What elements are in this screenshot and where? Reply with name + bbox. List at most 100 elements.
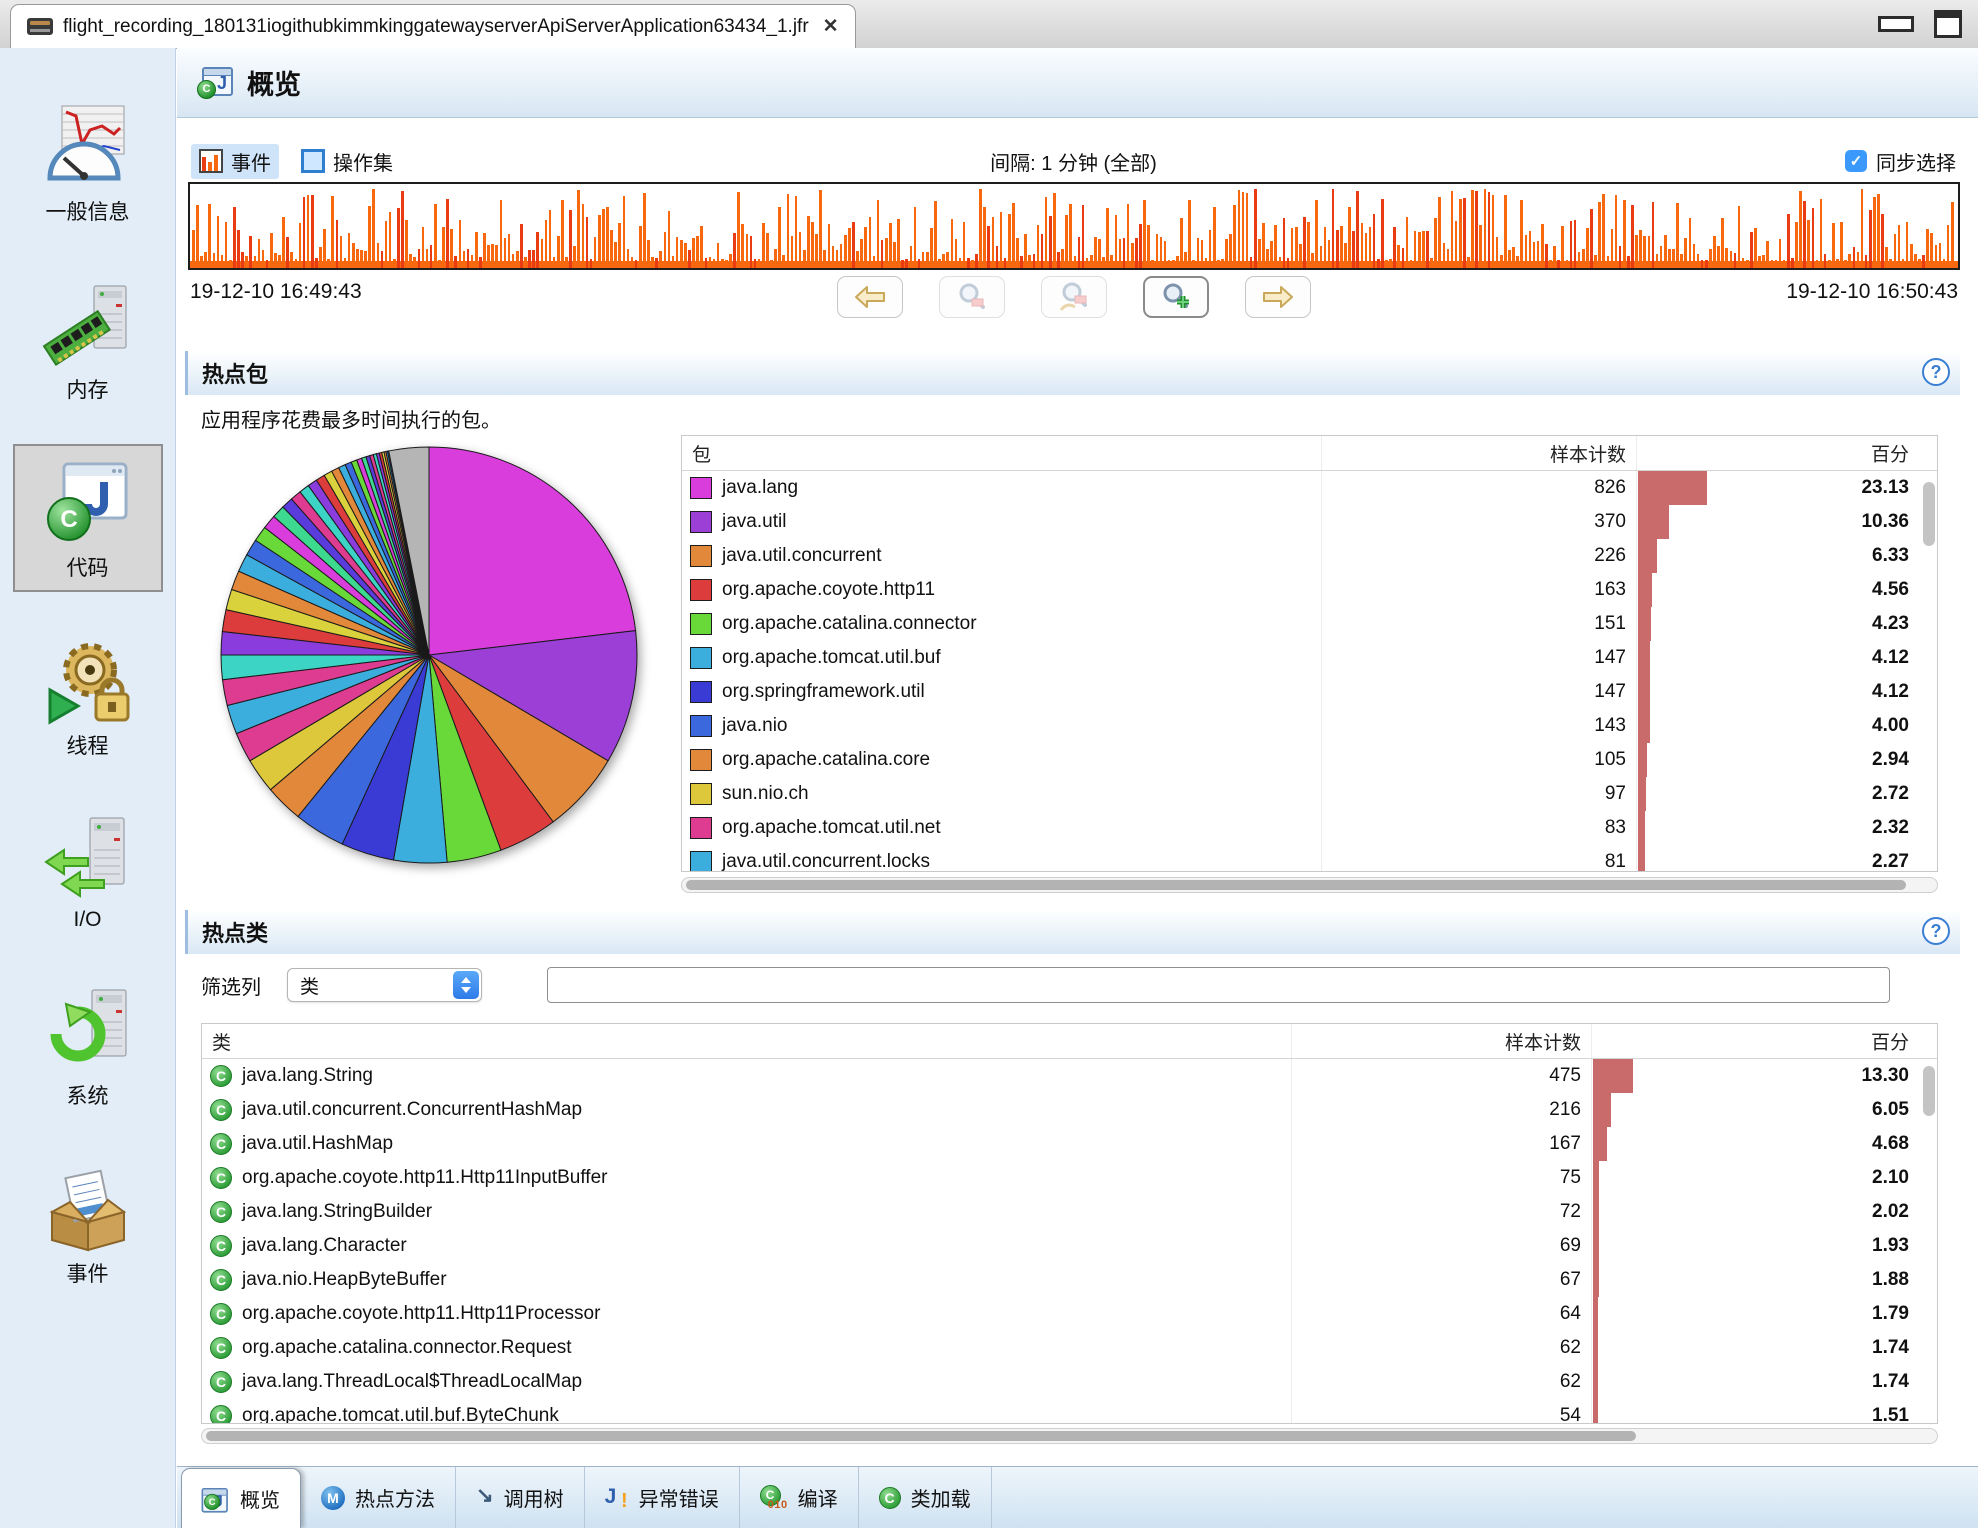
tab-call-tree[interactable]: ↘ 调用树 [456,1467,585,1528]
zoom-out-button[interactable] [939,276,1005,318]
title-bar: flight_recording_180131iogithubkimmkingg… [0,0,1978,49]
column-header-sample-count[interactable]: 样本计数 [1292,1024,1592,1058]
sidebar-item-general-info[interactable]: 一般信息 [13,88,163,236]
pan-left-button[interactable] [837,276,903,318]
hot-classes-hscrollbar[interactable] [201,1428,1938,1444]
histogram-bar [1638,607,1651,641]
sidebar-item-system[interactable]: 系统 [13,972,163,1120]
event-timeline-chart[interactable] [188,182,1960,270]
minimize-button[interactable] [1878,16,1914,32]
sidebar-item-code[interactable]: C 代码 [13,444,163,592]
column-header-class[interactable]: 类 [202,1024,1292,1058]
class-icon [210,1337,232,1359]
class-name: org.apache.coyote.http11.Http11Processor [242,1303,600,1325]
legend-operative-set-toggle[interactable]: 操作集 [293,144,401,179]
timeline-event-bar [1381,199,1384,268]
table-row[interactable]: java.lang.String 475 13.30 [202,1059,1937,1093]
table-row[interactable]: sun.nio.ch 97 2.72 [682,777,1937,811]
legend-events-toggle[interactable]: 事件 [191,144,279,179]
timeline-event-bar [795,196,798,268]
checkbox-checked-icon[interactable]: ✓ [1845,150,1867,172]
tab-exceptions[interactable]: J! 异常错误 [585,1467,740,1528]
table-row[interactable]: java.lang.ThreadLocal$ThreadLocalMap 62 … [202,1365,1937,1399]
table-row[interactable]: java.lang.StringBuilder 72 2.02 [202,1195,1937,1229]
timeline-event-bar [1492,195,1495,269]
table-row[interactable]: org.apache.catalina.connector.Request 62… [202,1331,1937,1365]
table-row[interactable]: java.util.concurrent.locks 81 2.27 [682,845,1937,872]
table-row[interactable]: org.apache.tomcat.util.buf.ByteChunk 54 … [202,1399,1937,1424]
table-row[interactable]: org.apache.catalina.connector 151 4.23 [682,607,1937,641]
maximize-button[interactable] [1934,10,1962,38]
sidebar-item-events[interactable]: 事件 [13,1150,163,1298]
timeline-event-bar [1734,253,1737,269]
timeline-event-bar [1471,190,1474,268]
events-icon [42,1162,134,1254]
table-row[interactable]: org.apache.coyote.http11.Http11InputBuff… [202,1161,1937,1195]
vertical-scrollbar-thumb[interactable] [1923,1066,1935,1116]
filter-column-select[interactable]: 类 [287,968,482,1002]
timeline-event-bar [208,204,211,268]
sample-count: 147 [1322,675,1637,709]
table-row[interactable]: java.lang.Character 69 1.93 [202,1229,1937,1263]
timeline-event-bar [1373,214,1376,268]
table-row[interactable]: org.apache.coyote.http11.Http11Processor… [202,1297,1937,1331]
tab-hot-methods[interactable]: M 热点方法 [301,1467,456,1528]
timeline-event-bar [1082,205,1085,268]
timeline-event-bar [836,250,839,268]
histogram-bar [1638,811,1645,845]
hscrollbar-thumb[interactable] [686,880,1906,890]
table-row[interactable]: java.lang 826 23.13 [682,471,1937,505]
table-row[interactable]: java.util 370 10.36 [682,505,1937,539]
hot-packages-hscrollbar[interactable] [681,877,1938,893]
histogram-bar [1638,709,1650,743]
hscrollbar-thumb[interactable] [206,1431,1636,1441]
hot-packages-help-icon[interactable]: ? [1922,358,1950,386]
sample-count: 83 [1322,811,1637,845]
table-row[interactable]: org.springframework.util 147 4.12 [682,675,1937,709]
timeline-event-bar [553,257,556,268]
hot-classes-title: 热点类 [202,916,268,948]
sample-count: 216 [1292,1093,1592,1127]
column-header-percent[interactable]: 百分 [1637,436,1937,470]
timeline-controls-row: 19-12-10 16:49:43 19-12-10 16:50:43 [188,276,1960,324]
tab-overview[interactable]: JC 概览 [181,1468,301,1528]
tab-class-load[interactable]: 类加载 [859,1467,992,1528]
sync-selection-checkbox[interactable]: ✓ 同步选择 [1845,147,1956,176]
percent-value: 1.79 [1872,1303,1909,1325]
timeline-event-bar [1676,203,1679,268]
zoom-in-button[interactable] [1143,276,1209,318]
table-row[interactable]: java.nio.HeapByteBuffer 67 1.88 [202,1263,1937,1297]
table-row[interactable]: org.apache.coyote.http11 163 4.56 [682,573,1937,607]
zoom-out-range-button[interactable] [1041,276,1107,318]
sidebar-item-io[interactable]: I/O [13,800,163,942]
timeline-event-bar [1598,202,1601,269]
tab-close-icon[interactable]: ✕ [823,15,839,38]
recording-file-tab[interactable]: flight_recording_180131iogithubkimmkingg… [10,4,856,48]
table-row[interactable]: java.nio 143 4.00 [682,709,1937,743]
hot-packages-table-header[interactable]: 包 样本计数 百分 [682,436,1937,471]
hot-classes-help-icon[interactable]: ? [1922,917,1950,945]
column-header-sample-count[interactable]: 样本计数 [1322,436,1637,470]
timeline-event-bar [713,259,716,268]
table-row[interactable]: org.apache.tomcat.util.net 83 2.32 [682,811,1937,845]
pan-right-button[interactable] [1245,276,1311,318]
vertical-scrollbar-thumb[interactable] [1923,482,1935,546]
table-row[interactable]: java.util.concurrent.ConcurrentHashMap 2… [202,1093,1937,1127]
table-row[interactable]: org.apache.catalina.core 105 2.94 [682,743,1937,777]
pie-slice[interactable] [429,447,636,655]
column-header-percent[interactable]: 百分 [1592,1024,1937,1058]
sidebar-item-threads[interactable]: 线程 [13,622,163,770]
timeline-event-bar [750,236,753,268]
timeline-event-bar [696,236,699,269]
hot-classes-table-header[interactable]: 类 样本计数 百分 [202,1024,1937,1059]
timeline-event-bar [1680,254,1683,268]
column-header-package[interactable]: 包 [682,436,1322,470]
timeline-event-bar [639,226,642,268]
filter-text-input[interactable] [547,967,1890,1003]
timeline-event-bar [659,251,662,268]
tab-compile[interactable]: C010 编译 [740,1467,859,1528]
table-row[interactable]: java.util.HashMap 167 4.68 [202,1127,1937,1161]
table-row[interactable]: java.util.concurrent 226 6.33 [682,539,1937,573]
sidebar-item-memory[interactable]: 内存 [13,266,163,414]
table-row[interactable]: org.apache.tomcat.util.buf 147 4.12 [682,641,1937,675]
